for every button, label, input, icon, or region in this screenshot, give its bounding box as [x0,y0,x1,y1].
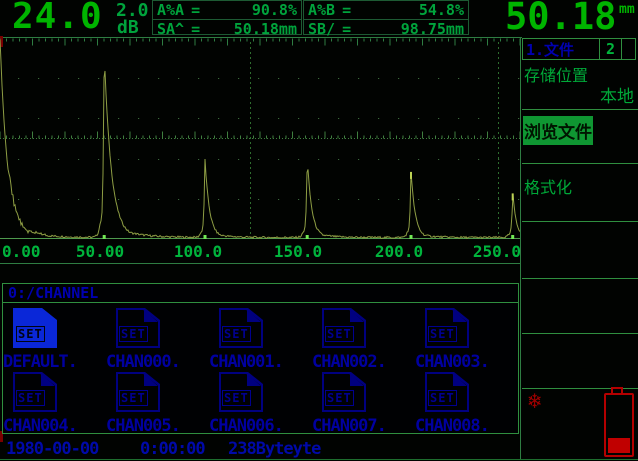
sidebar-title-bar: 1.文件 2 [522,38,636,60]
set-icon-label: SET [428,390,457,406]
file-item[interactable]: SETCHAN003. [415,305,518,369]
gain-unit-label: dB [117,17,139,38]
set-file-icon: SET [219,308,263,348]
depth-axis: 0.00 50.00 100.0 150.0 200.0 250.0 [0,242,521,261]
set-file-icon: SET [13,308,57,348]
file-item[interactable]: SETDEFAULT. [3,305,106,369]
measurement-row: SB/ = 98.75mm [304,19,468,38]
axis-tick-label: 150.0 [274,242,322,261]
measurement-row: SA^ = 50.18mm [153,19,301,38]
title-end-cell [622,39,635,59]
measurement-row: A%A = 90.8% [153,1,301,19]
sidebar-item-label: 格式化 [524,174,572,198]
file-browser-panel: 0:/CHANNEL SETDEFAULT.SETCHAN000.SETCHAN… [2,283,519,434]
sidebar-footer: ❄ [522,389,638,461]
axis-tick-label: 250.0 [473,242,521,261]
sidebar-item-format[interactable]: 格式化 [522,164,638,222]
set-icon-label: SET [325,390,354,406]
file-item[interactable]: SETCHAN001. [209,305,312,369]
measurement-label: A%A [157,1,184,19]
sidebar-item-label: 存储位置 [524,62,588,86]
file-item[interactable]: SET CHAN006. [209,369,312,433]
primary-reading: 50.18 [505,0,616,38]
equals-sign: = [191,20,200,38]
set-icon-label: SET [222,326,251,342]
file-name: CHAN007. [312,416,386,436]
measurement-value: 98.75mm [401,20,464,38]
file-name: CHAN005. [106,416,180,436]
set-icon-label: SET [119,390,148,406]
file-path: 0:/CHANNEL [3,284,518,303]
sidebar-item-empty[interactable] [522,334,638,389]
measurement-label: SB/ [308,20,335,38]
menu-page-indicator: 2 [600,40,621,58]
set-file-icon: SET [13,372,57,412]
sidebar-item-value: 本地 [600,82,634,107]
file-item[interactable]: SETCHAN002. [312,305,415,369]
ascan-svg [0,38,520,241]
set-file-icon: SET [425,308,469,348]
sidebar-item-storage-location[interactable]: 存储位置 本地 [522,60,638,110]
set-icon-label: SET [428,326,457,342]
equals-sign: = [342,20,351,38]
measurement-row: A%B = 54.8% [304,1,468,19]
measurement-label: A%B [308,1,335,19]
file-name: CHAN004. [3,416,77,436]
battery-low-icon [604,393,634,457]
primary-reading-unit: mm [619,2,635,17]
set-icon-label: SET [222,390,251,406]
measurement-box-a: A%A = 90.8% SA^ = 50.18mm [152,0,302,35]
axis-underline [0,263,521,264]
file-time: 0:00:00 [140,439,205,459]
freeze-icon: ❄ [528,389,541,414]
file-item[interactable]: SET CHAN005. [106,369,209,433]
sidebar-item-browse-files[interactable]: 浏览文件 [522,110,638,164]
set-icon-label: SET [119,326,148,342]
set-file-icon: SET [322,308,366,348]
equals-sign: = [342,1,351,19]
set-file-icon: SET [425,372,469,412]
file-grid: SETDEFAULT.SETCHAN000.SETCHAN001.SETCHAN… [3,303,518,433]
file-name: CHAN008. [415,416,489,436]
file-item[interactable]: SET CHAN004. [3,369,106,433]
gain-value: 24.0 [12,0,103,37]
equals-sign: = [191,1,200,19]
menu-title: 1.文件 [523,39,599,60]
set-file-icon: SET [116,308,160,348]
file-item[interactable]: SET CHAN008. [415,369,518,433]
axis-tick-label: 0.00 [2,242,41,261]
set-icon-label: SET [325,326,354,342]
sidebar-item-label-selected: 浏览文件 [523,116,593,145]
file-size: 238Byteyte [228,439,320,459]
set-icon-label: SET [16,390,45,406]
sidebar-menu: 1.文件 2 存储位置 本地 浏览文件 格式化 ❄ [522,38,638,461]
axis-tick-label: 50.00 [76,242,124,261]
measurement-label: SA^ [157,20,184,38]
measurement-value: 50.18mm [234,20,297,38]
ascan-display [0,38,520,241]
measurement-value: 54.8% [419,1,464,19]
measurement-value: 90.8% [252,1,297,19]
sidebar-item-empty[interactable] [522,279,638,334]
set-file-icon: SET [322,372,366,412]
file-item[interactable]: SET CHAN007. [312,369,415,433]
set-icon-label: SET [16,326,45,342]
set-file-icon: SET [116,372,160,412]
file-name: CHAN006. [209,416,283,436]
axis-tick-label: 100.0 [174,242,222,261]
status-bar: 1980-00-00 0:00:00 238Byteyte [0,439,520,459]
battery-level [608,438,630,453]
sidebar-item-empty[interactable] [522,222,638,279]
file-date: 1980-00-00 [6,439,98,459]
axis-tick-label: 200.0 [375,242,423,261]
file-item[interactable]: SETCHAN000. [106,305,209,369]
set-file-icon: SET [219,372,263,412]
instrument-screen: 24.0 2.0 dB A%A = 90.8% SA^ = 50.18mm A%… [0,0,638,461]
measurement-box-b: A%B = 54.8% SB/ = 98.75mm [303,0,469,35]
